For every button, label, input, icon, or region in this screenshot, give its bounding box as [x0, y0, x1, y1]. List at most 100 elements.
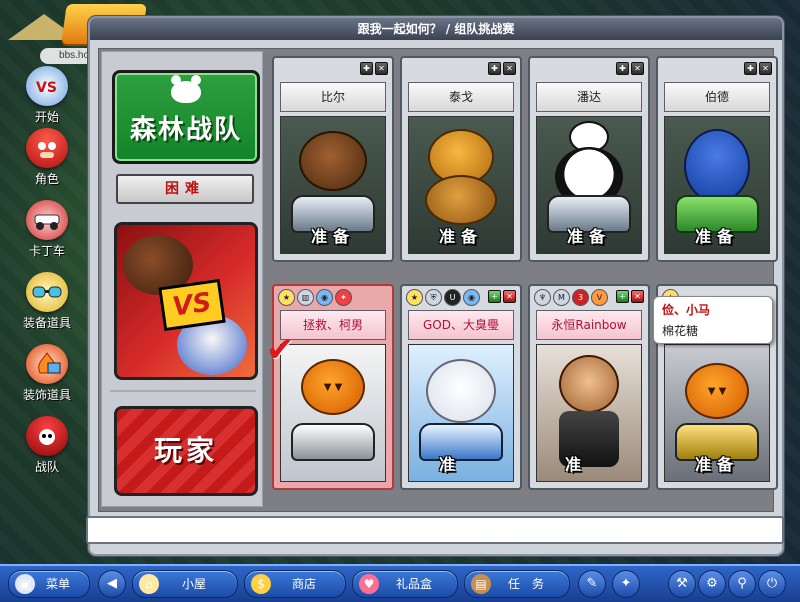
divider [110, 390, 256, 392]
pumpkin-character-graphic [685, 363, 749, 419]
menu-button[interactable]: ▣ 菜单 [8, 570, 90, 598]
character-portrait: 准备 [280, 116, 386, 254]
add-friend-icon[interactable]: + [616, 290, 629, 303]
player-slot-5[interactable]: ★ ▥ ◉ ✦ 拯救、柯男 [272, 284, 394, 490]
house-label: 小屋 [181, 577, 206, 591]
close-icon[interactable]: ✕ [503, 290, 516, 303]
team-skull-icon [26, 416, 68, 456]
ready-status: 准备 [310, 227, 355, 246]
kick-icon[interactable]: ✚ [488, 62, 501, 75]
vs-start-icon: VS [26, 66, 68, 106]
character-portrait: 准 [536, 344, 642, 482]
player-slot-4[interactable]: ✚ ✕ 伯德 准备 [656, 56, 778, 262]
vs-text: VS [158, 278, 226, 332]
number-badge-icon: 3 [572, 289, 589, 306]
sidebar-item-start[interactable]: VS 开始 [8, 62, 86, 132]
ready-status: 准备 [566, 227, 611, 246]
settings-button[interactable]: ⚙ [698, 570, 726, 598]
player-tooltip: 俭、小马 棉花糖 [653, 296, 773, 344]
house-button[interactable]: ⌂ 小屋 [132, 570, 238, 598]
penguin-character-graphic [684, 129, 750, 203]
add-friend-icon[interactable]: + [488, 290, 501, 303]
kick-icon[interactable]: ✚ [616, 62, 629, 75]
ready-status: 准 [565, 455, 588, 474]
player-button[interactable]: 玩家 [114, 406, 258, 496]
globe-badge-icon: ◉ [316, 289, 333, 306]
ready-status: 准备 [694, 455, 739, 474]
slot-name: 伯德 [664, 82, 770, 112]
character-portrait: 准备 [408, 116, 514, 254]
search-icon: ⚲ [737, 576, 747, 591]
player-slot-6[interactable]: ★ ⛨ U ◉ + ✕ GOD、大臭璺 准 [400, 284, 522, 490]
close-icon[interactable]: ✕ [631, 290, 644, 303]
close-icon[interactable]: ✕ [759, 62, 772, 75]
sidebar-item-label: 装备道具 [22, 316, 71, 330]
shop-button[interactable]: $ 商店 [244, 570, 346, 598]
sidebar-item-kart[interactable]: 卡丁车 [8, 196, 86, 266]
vs-illustration: VS [114, 222, 258, 380]
ready-status: 准备 [694, 227, 739, 246]
slot-name: 比尔 [280, 82, 386, 112]
slot-name: 潘达 [536, 82, 642, 112]
gift-box-button[interactable]: ♥ 礼品盒 [352, 570, 458, 598]
bear-character-graphic [299, 131, 367, 191]
difficulty-button[interactable]: 困难 [116, 174, 254, 204]
chat-input[interactable] [86, 516, 784, 544]
pyron-badge-icon: U [444, 289, 461, 306]
bear-icon [171, 75, 201, 103]
character-portrait: 准 [408, 344, 514, 482]
back-button[interactable]: ◀ [98, 570, 126, 598]
selected-checkmark-icon: ✔ [266, 330, 295, 370]
room-left-panel: 森林战队 困难 VS 玩家 [101, 51, 263, 507]
character-portrait: 准备 [536, 116, 642, 254]
gift-label: 礼品盒 [395, 577, 432, 591]
close-icon[interactable]: ✕ [503, 62, 516, 75]
sidebar-item-team[interactable]: 战队 [8, 412, 86, 482]
slot-name: GOD、大臭璺 [408, 310, 514, 340]
sidebar-item-label: 角色 [34, 172, 59, 186]
window-title: 跟我一起如何？ / 组队挑战赛 [90, 18, 782, 40]
task-label: 任 务 [507, 577, 544, 591]
menu-label: 菜单 [45, 577, 70, 591]
kart-icon [26, 200, 68, 240]
red-badge-icon: ✦ [335, 289, 352, 306]
magic-button[interactable]: ✦ [612, 570, 640, 598]
globe-badge-icon: ◉ [463, 289, 480, 306]
sidebar-item-label: 卡丁车 [28, 244, 65, 258]
player-slot-7[interactable]: ♆ M 3 V + ✕ 永恒Rainbow 准 [528, 284, 650, 490]
task-button[interactable]: ▤ 任 务 [464, 570, 570, 598]
flame-shirt-icon [26, 344, 68, 384]
tools-button[interactable]: ⚒ [668, 570, 696, 598]
kick-icon[interactable]: ✚ [360, 62, 373, 75]
shield-badge-icon: ⛨ [425, 289, 442, 306]
lion-character-graphic [425, 175, 497, 225]
close-icon[interactable]: ✕ [375, 62, 388, 75]
compass-button[interactable]: ✎ [578, 570, 606, 598]
search-button[interactable]: ⚲ [728, 570, 756, 598]
player-slot-1[interactable]: ✚ ✕ 比尔 准备 [272, 56, 394, 262]
left-sidebar: VS 开始 角色 卡丁车 装备道具 装饰道具 战队 [0, 62, 94, 482]
sidebar-item-label: 战队 [34, 460, 59, 474]
sidebar-item-equipment[interactable]: 装备道具 [8, 268, 86, 338]
character-portrait: 准备 [664, 116, 770, 254]
wings-badge-icon: ♆ [534, 289, 551, 306]
back-arrow-icon: ◀ [107, 576, 117, 591]
sidebar-item-label: 开始 [34, 110, 59, 124]
bunny-character-graphic [426, 359, 496, 423]
player-slot-3[interactable]: ✚ ✕ 潘达 准备 [528, 56, 650, 262]
kart-graphic [291, 423, 375, 461]
slot-name: 永恒Rainbow [536, 310, 642, 340]
magic-wand-icon: ✦ [620, 576, 632, 591]
v-badge-icon: V [591, 289, 608, 306]
pumpkin-character-graphic [301, 359, 365, 415]
sidebar-item-character[interactable]: 角色 [8, 124, 86, 194]
mushroom-character-icon [26, 128, 68, 168]
power-button[interactable]: ⏻ [758, 570, 786, 598]
player-slot-2[interactable]: ✚ ✕ 泰戈 准备 [400, 56, 522, 262]
m-badge-icon: M [553, 289, 570, 306]
sidebar-item-decoration[interactable]: 装饰道具 [8, 340, 86, 410]
team-label: 森林战队 [129, 115, 242, 145]
kick-icon[interactable]: ✚ [744, 62, 757, 75]
close-icon[interactable]: ✕ [631, 62, 644, 75]
forest-team-button[interactable]: 森林战队 [112, 70, 260, 164]
